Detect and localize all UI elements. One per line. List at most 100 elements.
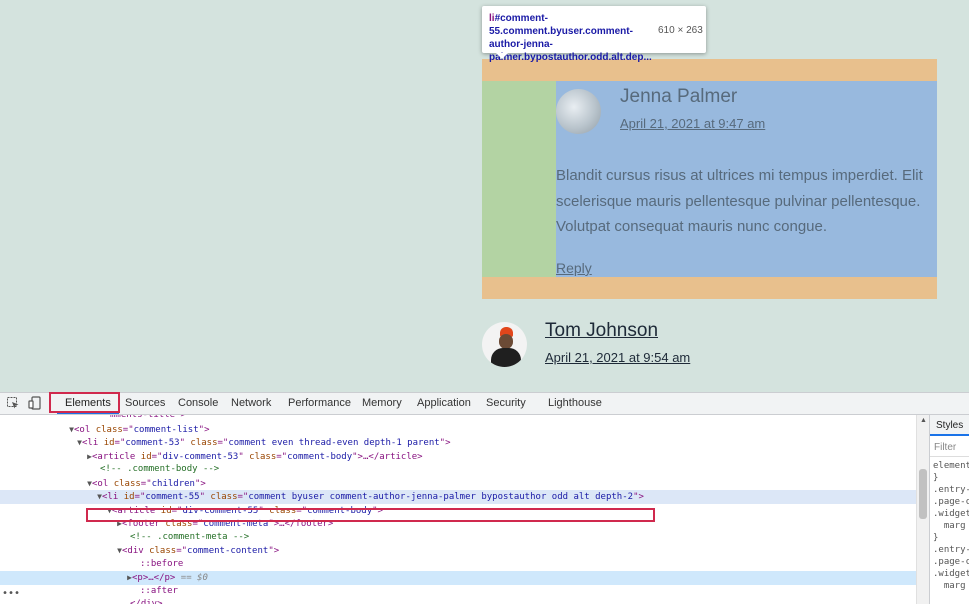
tree-token: <ol — [92, 478, 114, 489]
collapse-arrow-icon[interactable]: ▼ — [114, 544, 122, 558]
tree-node[interactable]: <!-- .comment-body --> — [0, 463, 916, 477]
tree-token: comment even thread-even depth-1 parent — [228, 438, 440, 448]
device-toolbar-icon[interactable] — [28, 396, 42, 410]
tab-lighthouse[interactable]: Lighthouse — [540, 393, 610, 414]
webpage-viewport: li#comment-55.comment.byuser.comment-aut… — [0, 0, 969, 392]
tree-token: comment-list — [133, 424, 199, 435]
styles-pane: Styles Filter element } .entry- .page-c … — [929, 415, 969, 604]
tab-network[interactable]: Network — [223, 393, 279, 414]
tree-token: "> — [439, 438, 451, 448]
tree-token: class — [113, 478, 141, 489]
tree-token: ::after — [140, 585, 178, 596]
tree-node[interactable]: </div> — [0, 598, 916, 604]
tree-token: " — [238, 451, 250, 462]
highlight-padding-box — [482, 81, 556, 277]
tooltip-arrow — [496, 53, 508, 59]
tree-token: == $0 — [175, 573, 208, 583]
tree-token: id — [123, 492, 135, 502]
tree-node[interactable]: ▼<ol class="children"> — [0, 477, 916, 491]
tree-node[interactable]: ▼<ol class="comment-list"> — [0, 423, 916, 437]
tree-token: =" — [140, 478, 152, 489]
tree-token: class — [95, 424, 123, 435]
annotation-outline-row — [86, 508, 655, 522]
tree-line: mments-title"> — [110, 415, 186, 420]
tab-application[interactable]: Application — [409, 393, 479, 414]
tree-node[interactable]: ▶<article id="div-comment-53" class="com… — [0, 450, 916, 464]
tree-node[interactable]: <!-- .comment-meta --> — [0, 531, 916, 545]
tree-token: =" — [237, 492, 249, 502]
tree-node[interactable]: ▼<div class="comment-content"> — [0, 544, 916, 558]
tree-token: comment-55 — [145, 492, 200, 502]
tab-console[interactable]: Console — [170, 393, 226, 414]
tree-token: <!-- .comment-meta --> — [130, 531, 250, 542]
tree-node[interactable]: ▶<p>…</p> == $0 — [0, 571, 916, 585]
tree-token: div-comment-53 — [162, 451, 239, 462]
tab-memory[interactable]: Memory — [354, 393, 410, 414]
tree-token: <li — [102, 492, 124, 502]
comment-author-link[interactable]: Tom Johnson — [545, 320, 658, 342]
collapse-arrow-icon[interactable]: ▼ — [74, 436, 82, 450]
expand-arrow-icon[interactable]: ▶ — [84, 450, 92, 464]
devtools-panel: Elements Sources Console Network Performance… — [0, 392, 969, 604]
tree-token: "> — [198, 424, 210, 435]
tab-sources[interactable]: Sources — [117, 393, 173, 414]
tree-token: <article — [92, 451, 141, 462]
scrollbar-thumb[interactable] — [919, 469, 927, 519]
tree-token: </div> — [130, 599, 163, 604]
tree-token: class — [249, 451, 277, 462]
comment-author[interactable]: Jenna Palmer — [620, 86, 737, 108]
tree-token: "> — [268, 546, 280, 556]
tree-token: <ol — [74, 424, 96, 435]
tree-token: =" — [122, 424, 134, 435]
tree-token: comment-body — [287, 451, 353, 462]
inspect-element-icon[interactable] — [6, 396, 20, 410]
tree-token: =" — [151, 451, 163, 462]
tab-performance[interactable]: Performance — [280, 393, 359, 414]
tooltip-selector: li#comment-55.comment.byuser.comment-aut… — [489, 13, 652, 63]
tree-token: =" — [217, 438, 229, 448]
tree-token: =" — [176, 546, 188, 556]
tree-token: ">…</article> — [352, 451, 423, 462]
tree-token: class — [210, 492, 238, 502]
tab-styles[interactable]: Styles — [930, 415, 969, 436]
tree-token: comment-53 — [125, 438, 180, 448]
tree-token: class — [149, 546, 177, 556]
tree-token: class — [190, 438, 218, 448]
tree-token: comment-content — [187, 546, 269, 556]
devtools-tabbar: Elements Sources Console Network Performance… — [0, 392, 969, 415]
tree-token: comment byuser comment-author-jenna-palm… — [248, 492, 634, 502]
tab-security[interactable]: Security — [478, 393, 534, 414]
tree-token: id — [140, 451, 152, 462]
reply-link[interactable]: Reply — [556, 260, 592, 276]
collapse-arrow-icon[interactable]: ▼ — [66, 423, 74, 437]
tree-token: " — [179, 438, 191, 448]
tree-token: "> — [633, 492, 644, 502]
collapse-arrow-icon[interactable]: ▼ — [84, 477, 92, 491]
tree-token: ::before — [140, 558, 184, 569]
tree-node[interactable]: ▼<li id="comment-53" class="comment even… — [0, 436, 916, 450]
scroll-up-icon[interactable]: ▲ — [920, 417, 927, 424]
collapse-arrow-icon[interactable]: ▼ — [94, 490, 102, 504]
tree-node[interactable]: ::after — [0, 585, 916, 599]
tab-elements[interactable]: Elements — [57, 393, 119, 414]
styles-filter-input[interactable]: Filter — [930, 439, 969, 457]
selected-tree-node[interactable]: ▼<li id="comment-55" class="comment byus… — [0, 490, 916, 504]
tree-token: <p>…</p> — [132, 573, 176, 583]
tree-node[interactable]: ::before — [0, 558, 916, 572]
comment-date-link[interactable]: April 21, 2021 at 9:47 am — [620, 116, 765, 131]
tree-token: <div — [122, 546, 150, 556]
expand-arrow-icon[interactable]: ▶ — [124, 571, 132, 585]
tree-token: =" — [114, 438, 126, 448]
inspect-tooltip: li#comment-55.comment.byuser.comment-aut… — [482, 6, 706, 63]
elements-tree[interactable]: mments-title"> ▼<ol class="comment-list"… — [0, 415, 916, 604]
avatar — [556, 89, 601, 134]
tree-token: <!-- .comment-body --> — [100, 464, 220, 474]
tree-token: =" — [134, 492, 146, 502]
tree-token: children — [151, 478, 195, 489]
tree-scrollbar[interactable]: ▲ — [916, 415, 929, 604]
more-options-icon[interactable]: ••• — [2, 588, 20, 599]
styles-rules: element } .entry- .page-c .widget marg }… — [933, 461, 969, 591]
comment-date-link[interactable]: April 21, 2021 at 9:54 am — [545, 350, 690, 365]
tree-token: "> — [194, 478, 206, 489]
tree-token: =" — [276, 451, 288, 462]
